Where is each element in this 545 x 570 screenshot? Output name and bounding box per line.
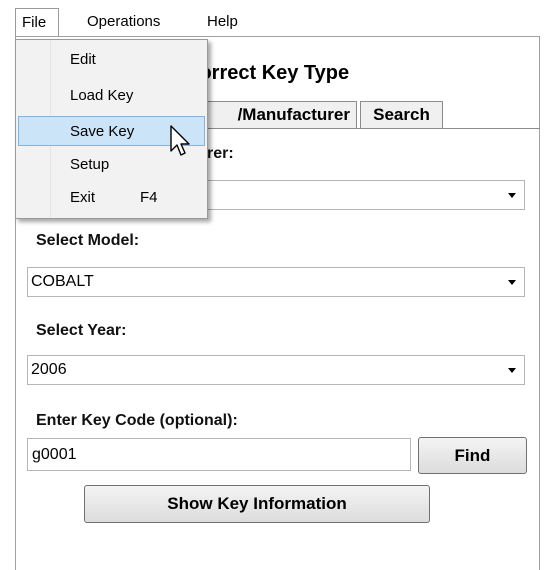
menu-help[interactable]: Help (201, 8, 244, 36)
find-button[interactable]: Find (418, 437, 527, 474)
chevron-down-icon (508, 368, 516, 373)
model-select-value: COBALT (31, 273, 94, 290)
menu-item-load-key[interactable]: Load Key (18, 81, 205, 111)
tab-search[interactable]: Search (360, 101, 443, 129)
menu-item-label: Setup (70, 156, 110, 173)
year-select-value: 2006 (31, 361, 67, 378)
page-title: Correct Key Type (185, 62, 350, 84)
menu-item-exit[interactable]: Exit F4 (18, 183, 205, 213)
app-window: File Operations Help Correct Key Type /M… (0, 0, 545, 570)
menu-item-label: Edit (70, 51, 96, 68)
menu-operations[interactable]: Operations (81, 8, 166, 36)
manufacturer-label: rer: (207, 145, 234, 162)
mouse-pointer-icon (170, 125, 190, 156)
menu-item-label: Exit (70, 189, 96, 206)
model-label: Select Model: (36, 232, 140, 249)
menu-bar: File Operations Help (0, 0, 545, 40)
key-code-label: Enter Key Code (optional): (36, 412, 238, 429)
menu-item-label: Save Key (70, 123, 135, 140)
chevron-down-icon (508, 280, 516, 285)
menu-item-edit[interactable]: Edit (18, 45, 205, 75)
menu-item-shortcut: F4 (140, 189, 158, 206)
model-select[interactable]: COBALT (27, 267, 525, 297)
show-key-information-button[interactable]: Show Key Information (84, 485, 430, 523)
chevron-down-icon (508, 193, 516, 198)
year-label: Select Year: (36, 322, 127, 339)
year-select[interactable]: 2006 (27, 355, 525, 385)
menu-file[interactable]: File (15, 8, 59, 36)
key-code-input[interactable] (27, 438, 411, 471)
menu-item-label: Load Key (70, 87, 134, 104)
